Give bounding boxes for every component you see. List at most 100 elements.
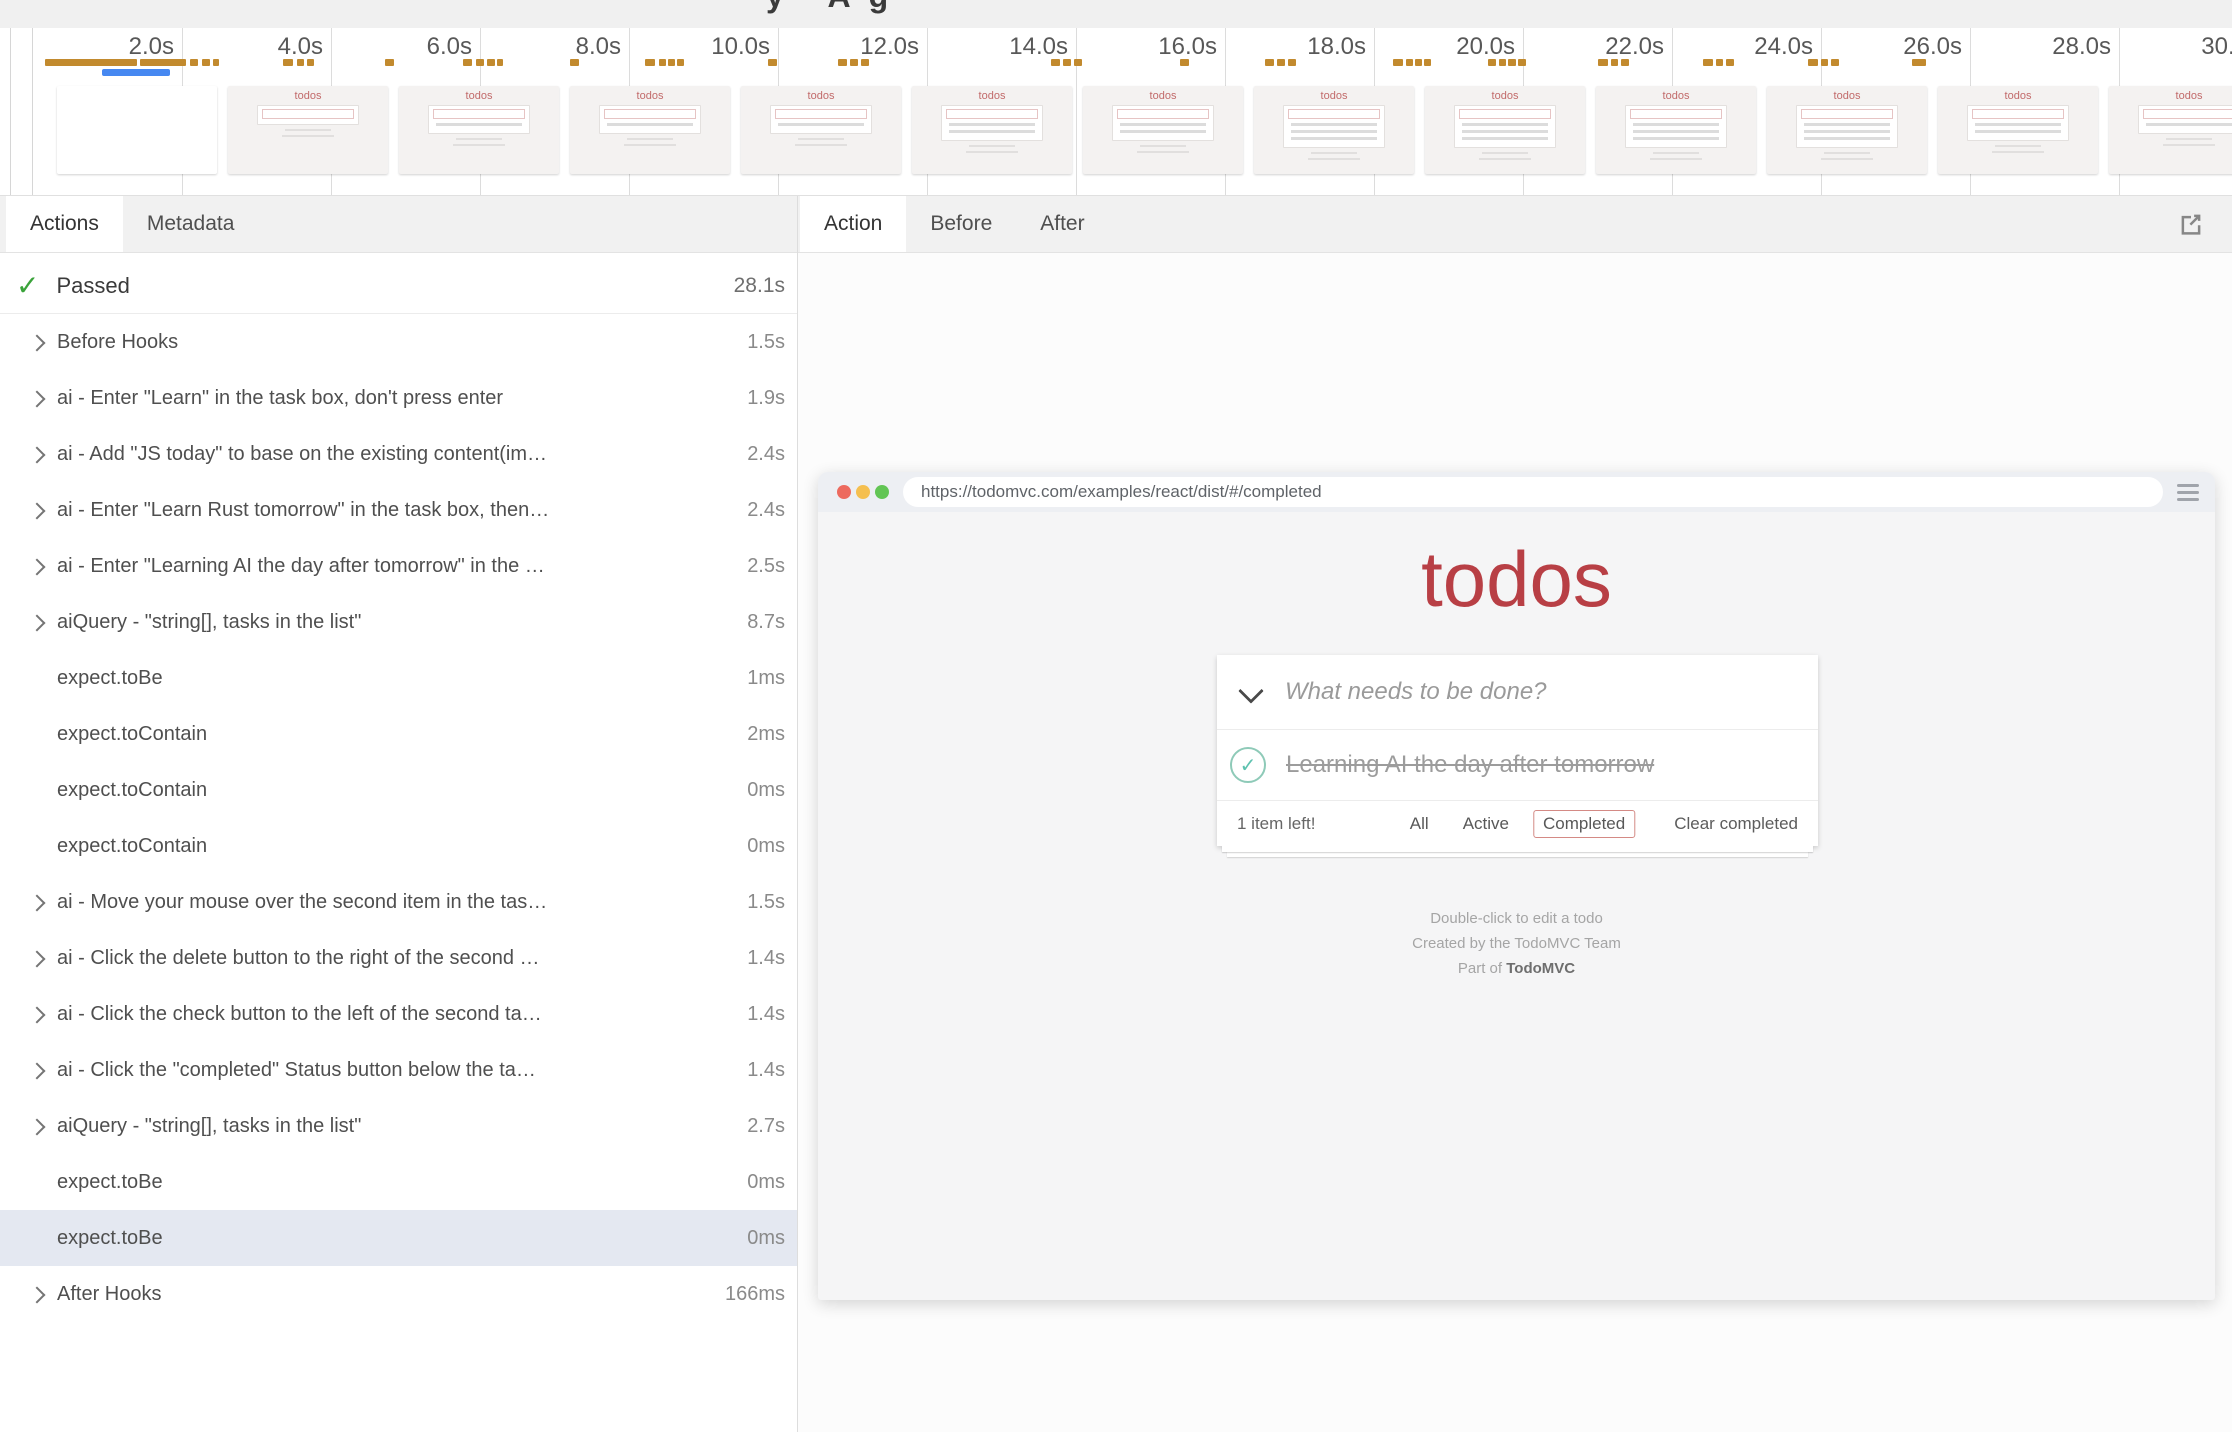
traffic-light-minimize-icon xyxy=(856,485,870,499)
action-tick-mark xyxy=(677,59,684,66)
filmstrip-thumbnail[interactable]: todos xyxy=(1254,86,1414,174)
action-row[interactable]: ai - Add "JS today" to base on the exist… xyxy=(0,426,797,482)
action-row-duration: 2.5s xyxy=(747,555,785,578)
traffic-light-zoom-icon xyxy=(875,485,889,499)
expand-chevron-icon[interactable] xyxy=(29,895,46,912)
trace-viewer: 2.0s4.0s6.0s8.0s10.0s12.0s14.0s16.0s18.0… xyxy=(0,0,2232,1432)
thumbnail-todos-title: todos xyxy=(228,91,388,102)
thumbnail-mini-hint-line xyxy=(1137,151,1189,153)
tab-action[interactable]: Action xyxy=(800,196,906,252)
thumbnail-mini-hint-line xyxy=(1140,145,1186,147)
expand-chevron-icon[interactable] xyxy=(29,1119,46,1136)
action-row[interactable]: ai - Move your mouse over the second ite… xyxy=(0,874,797,930)
thumbnail-todos-title: todos xyxy=(1767,91,1927,102)
action-row[interactable]: expect.toBe1ms xyxy=(0,650,797,706)
thumbnail-mini-task-line xyxy=(1975,123,2061,126)
filmstrip-thumbnail[interactable]: todos xyxy=(228,86,388,174)
action-row-label: expect.toBe xyxy=(57,1227,741,1250)
action-row[interactable]: aiQuery - "string[], tasks in the list" 8… xyxy=(0,594,797,650)
timeline-tick-label: 24.0s xyxy=(1663,33,1813,61)
action-row[interactable]: ai - Click the check button to the left … xyxy=(0,986,797,1042)
action-row[interactable]: Before Hooks1.5s xyxy=(0,314,797,370)
action-tick-mark xyxy=(385,59,394,66)
tab-actions[interactable]: Actions xyxy=(6,196,123,252)
new-todo-input[interactable]: What needs to be done? xyxy=(1217,655,1818,730)
action-row[interactable]: expect.toBe0ms xyxy=(0,1154,797,1210)
filmstrip-thumbnail[interactable]: todos xyxy=(741,86,901,174)
action-row-duration: 1.5s xyxy=(747,331,785,354)
action-row-label: aiQuery - "string[], tasks in the list" xyxy=(57,611,741,634)
todo-completed-check-icon[interactable]: ✓ xyxy=(1230,747,1266,783)
todo-item[interactable]: ✓ Learning AI the day after tomorrow xyxy=(1217,730,1818,801)
expand-chevron-icon[interactable] xyxy=(29,1007,46,1024)
filmstrip-thumbnail[interactable]: todos xyxy=(399,86,559,174)
filmstrip-thumbnail[interactable]: todos xyxy=(1083,86,1243,174)
thumbnail-mini-hint-line xyxy=(1821,158,1873,160)
expand-chevron-icon[interactable] xyxy=(29,559,46,576)
action-row[interactable]: aiQuery - "string[], tasks in the list"2… xyxy=(0,1098,797,1154)
action-row[interactable]: expect.toBe0ms xyxy=(0,1210,797,1266)
filmstrip-thumbnail[interactable]: todos xyxy=(912,86,1072,174)
open-in-new-tab-icon[interactable] xyxy=(2176,209,2206,239)
filter-active[interactable]: Active xyxy=(1453,810,1519,838)
action-row[interactable]: expect.toContain0ms xyxy=(0,818,797,874)
action-tick-mark xyxy=(1277,59,1285,66)
action-row[interactable]: ai - Enter "Learn Rust tomorrow" in the … xyxy=(0,482,797,538)
filmstrip-thumbnail[interactable]: todos xyxy=(570,86,730,174)
expand-chevron-icon[interactable] xyxy=(29,1287,46,1304)
action-tick-mark xyxy=(213,59,219,66)
thumbnail-mini-task-line xyxy=(1291,123,1377,126)
tab-after[interactable]: After xyxy=(1016,196,1108,252)
thumbnail-mini-hint-line xyxy=(1824,152,1870,154)
action-tick-mark xyxy=(659,59,666,66)
address-bar[interactable]: https://todomvc.com/examples/react/dist/… xyxy=(903,477,2163,507)
action-row-label: ai - Add "JS today" to base on the exist… xyxy=(57,443,741,466)
action-row[interactable]: After Hooks166ms xyxy=(0,1266,797,1322)
filmstrip-thumbnail[interactable]: todos xyxy=(1425,86,1585,174)
thumbnail-mini-task-line xyxy=(949,130,1035,133)
expand-chevron-icon[interactable] xyxy=(29,615,46,632)
filter-completed[interactable]: Completed xyxy=(1533,810,1635,838)
filmstrip-thumbnail[interactable]: todos xyxy=(1767,86,1927,174)
todomvc-link[interactable]: TodoMVC xyxy=(1506,960,1575,977)
test-status-row[interactable]: ✓ Passed 28.1s xyxy=(0,258,797,314)
action-row[interactable]: ai - Enter "Learning AI the day after to… xyxy=(0,538,797,594)
action-tick-mark xyxy=(1912,59,1926,66)
expand-chevron-icon[interactable] xyxy=(29,335,46,352)
filmstrip-thumbnail[interactable] xyxy=(57,86,217,174)
filmstrip-thumbnail[interactable]: todos xyxy=(1596,86,1756,174)
thumbnail-mini-card xyxy=(428,105,530,134)
tab-metadata[interactable]: Metadata xyxy=(123,196,259,252)
tab-before[interactable]: Before xyxy=(906,196,1016,252)
timeline-tick-label: 12.0s xyxy=(769,33,919,61)
action-row-duration: 8.7s xyxy=(747,611,785,634)
thumbnail-mini-task-line xyxy=(1804,137,1890,140)
expand-chevron-icon[interactable] xyxy=(29,447,46,464)
toggle-all-chevron-icon[interactable] xyxy=(1238,678,1263,703)
action-row[interactable]: ai - Enter "Learn" in the task box, don'… xyxy=(0,370,797,426)
filmstrip-thumbnail[interactable]: todos xyxy=(1938,86,2098,174)
expand-chevron-icon[interactable] xyxy=(29,1063,46,1080)
expand-chevron-icon[interactable] xyxy=(29,503,46,520)
thumbnail-mini-hint-line xyxy=(1308,158,1360,160)
action-row-duration: 0ms xyxy=(747,835,785,858)
clear-completed-button[interactable]: Clear completed xyxy=(1674,814,1798,834)
filter-all[interactable]: All xyxy=(1400,810,1439,838)
action-row-duration: 1.4s xyxy=(747,1059,785,1082)
action-row-label: ai - Click the delete button to the righ… xyxy=(57,947,741,970)
thumbnail-todos-title: todos xyxy=(1425,91,1585,102)
action-row[interactable]: expect.toContain0ms xyxy=(0,762,797,818)
todomvc-footer-hints: Double-click to edit a todo Created by t… xyxy=(818,906,2215,981)
action-row[interactable]: ai - Click the delete button to the righ… xyxy=(0,930,797,986)
timeline[interactable]: 2.0s4.0s6.0s8.0s10.0s12.0s14.0s16.0s18.0… xyxy=(0,0,2232,196)
expand-chevron-icon[interactable] xyxy=(29,391,46,408)
thumbnail-mini-hint-line xyxy=(798,138,844,140)
action-row[interactable]: expect.toContain2ms xyxy=(0,706,797,762)
action-tick-mark xyxy=(1265,59,1274,66)
filmstrip-thumbnail[interactable]: todos xyxy=(2109,86,2232,174)
expand-chevron-icon[interactable] xyxy=(29,951,46,968)
action-row[interactable]: ai - Click the "completed" Status button… xyxy=(0,1042,797,1098)
thumbnail-mini-input xyxy=(604,109,696,119)
hint-credits: Created by the TodoMVC Team xyxy=(818,931,2215,956)
traffic-light-close-icon xyxy=(837,485,851,499)
